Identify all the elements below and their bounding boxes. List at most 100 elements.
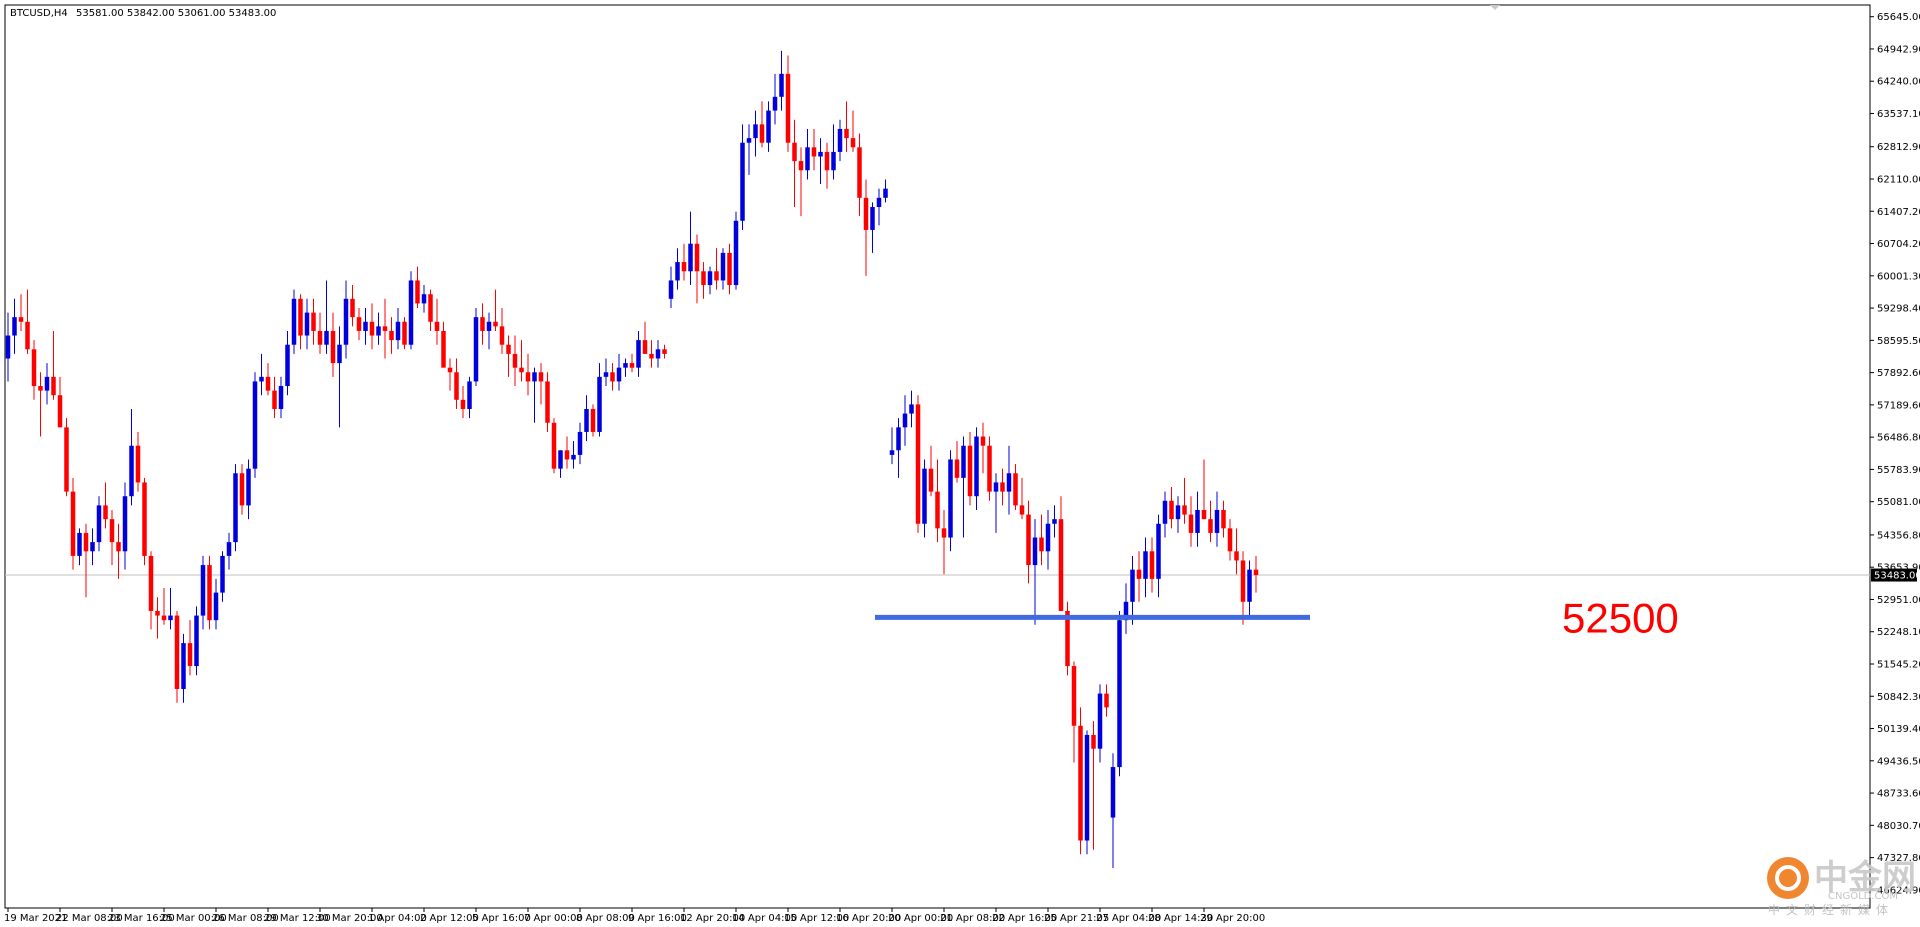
candle-body: [194, 615, 199, 667]
candle-body: [675, 262, 680, 281]
candle-body: [753, 124, 758, 139]
candle-body: [324, 330, 329, 345]
candle-body: [1156, 523, 1161, 579]
candle: [551, 418, 557, 474]
candle-body: [200, 565, 206, 616]
watermark-logo-icon: [1767, 857, 1809, 899]
candle-body: [590, 408, 596, 432]
y-tick-label: 54356.80: [1877, 530, 1920, 541]
candle-body: [1104, 693, 1109, 708]
candle-body: [1097, 693, 1103, 749]
x-tick-label: 1 Apr 04:00: [368, 913, 427, 924]
candle-body: [402, 321, 407, 345]
candle-body: [64, 427, 69, 492]
candle-body: [213, 592, 219, 621]
candle-body: [493, 321, 498, 327]
candle-body: [1208, 519, 1213, 533]
candle-body: [707, 271, 713, 286]
x-tick-label: 8 Apr 08:00: [576, 913, 635, 924]
y-tick-label: 51545.20: [1877, 659, 1920, 670]
candle-body: [558, 450, 563, 469]
candle-body: [239, 473, 245, 506]
candle-body: [226, 542, 232, 556]
candle-body: [519, 367, 524, 373]
candle-body: [1143, 551, 1148, 579]
x-tick-label: 2 Apr 12:00: [420, 913, 479, 924]
chart-symbol: BTCUSD,H4: [10, 8, 68, 19]
candle-body: [5, 335, 11, 359]
candle-body: [1117, 620, 1122, 768]
candle-body: [1227, 528, 1233, 552]
candle-body: [31, 349, 37, 387]
y-tick-label: 55081.00: [1877, 497, 1920, 508]
candle-body: [1188, 514, 1194, 533]
candle-body: [1019, 505, 1025, 515]
candle-body: [174, 615, 180, 690]
candle-body: [837, 128, 843, 152]
y-tick-label: 57892.60: [1877, 368, 1920, 379]
candle: [733, 211, 739, 290]
candle-body: [1084, 734, 1090, 841]
current-price-label: 53483.00: [1871, 568, 1920, 582]
y-tick-label: 63537.10: [1877, 109, 1920, 120]
current-price-label-text: 53483.00: [1874, 571, 1920, 582]
candle-body: [330, 330, 336, 364]
watermark-cn: 中文财经新媒体: [1768, 902, 1894, 917]
candle-body: [766, 110, 771, 143]
chart-ohlc: 53581.00 53842.00 53061.00 53483.00: [76, 8, 276, 19]
candle-body: [772, 96, 778, 111]
candle-body: [44, 376, 50, 391]
candle-body: [1149, 551, 1155, 579]
candle-body: [551, 422, 557, 469]
candle-body: [662, 349, 667, 354]
candle-body: [688, 243, 693, 272]
candle-body: [506, 344, 511, 354]
candle-body: [876, 197, 882, 207]
candle: [987, 436, 992, 501]
candle-body: [1006, 473, 1012, 492]
y-tick-label: 57189.60: [1877, 400, 1920, 411]
candle-body: [382, 326, 388, 331]
y-tick-label: 52248.10: [1877, 627, 1920, 638]
candle-body: [467, 381, 472, 409]
candle-body: [512, 353, 518, 368]
candle-body: [70, 491, 76, 556]
candle-body: [798, 161, 804, 171]
candle-body: [447, 367, 453, 373]
candle-body: [577, 431, 583, 455]
candle-body: [168, 615, 173, 621]
candle-body: [993, 482, 999, 492]
candle-body: [746, 138, 752, 143]
candle-body: [681, 262, 687, 272]
candle-body: [155, 610, 160, 616]
candle-body: [376, 326, 381, 336]
candle-body: [935, 491, 940, 529]
candle-body: [889, 450, 895, 455]
chart-background: [0, 0, 1920, 927]
candle-body: [1110, 767, 1116, 818]
candle-body: [1032, 537, 1038, 566]
candle-body: [1078, 725, 1083, 841]
candle-body: [538, 372, 544, 382]
candle-body: [668, 280, 674, 299]
y-tick-label: 56486.80: [1877, 433, 1920, 444]
candle-body: [259, 376, 264, 382]
candle-body: [473, 317, 479, 382]
candle-body: [623, 363, 628, 368]
y-tick-label: 52951.00: [1877, 595, 1920, 606]
candle-body: [525, 372, 531, 382]
candle-body: [642, 340, 648, 354]
candle-body: [740, 142, 745, 221]
y-tick-label: 59298.40: [1877, 304, 1920, 315]
candle-body: [434, 321, 440, 331]
candle-body: [304, 312, 310, 336]
candle-body: [571, 454, 576, 460]
candle-body: [1247, 569, 1252, 602]
candle: [70, 477, 76, 570]
candle-body: [142, 482, 147, 556]
candle-body: [792, 142, 797, 162]
candle-body: [57, 395, 63, 428]
candle-body: [77, 532, 82, 556]
candle-body: [116, 542, 121, 552]
candle: [1117, 610, 1122, 777]
